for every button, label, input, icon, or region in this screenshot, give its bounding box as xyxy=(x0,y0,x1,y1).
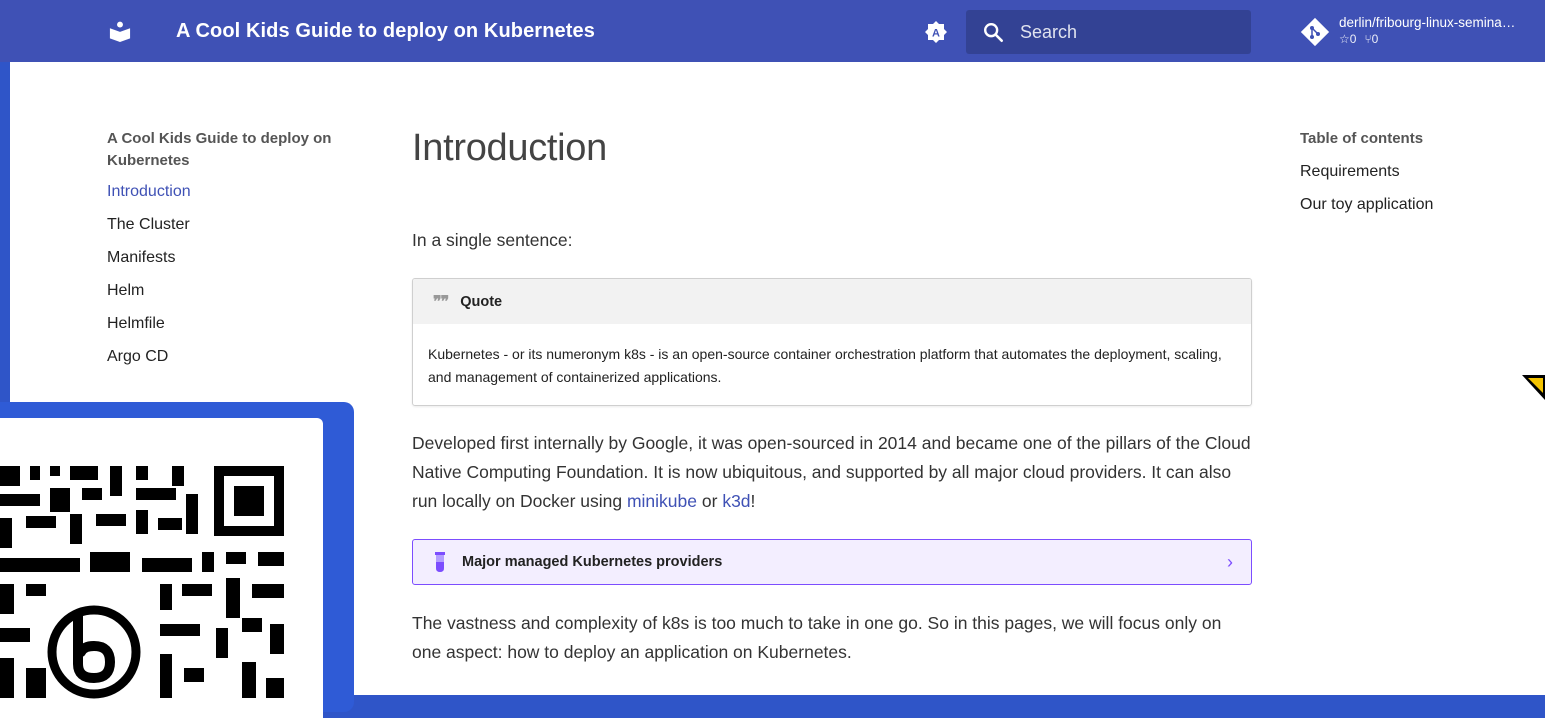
qr-code-graphic xyxy=(0,466,284,699)
brightness-auto-icon[interactable]: A xyxy=(924,20,948,44)
repo-name: derlin/fribourg-linux-semina… xyxy=(1339,15,1516,30)
k3d-link[interactable]: k3d xyxy=(722,491,750,511)
article-content: Introduction In a single sentence: ❞❞ Qu… xyxy=(412,124,1252,667)
nav-title: A Cool Kids Guide to deploy on Kubernete… xyxy=(107,130,332,169)
intro-paragraph: In a single sentence: xyxy=(412,230,573,250)
book-reader-icon[interactable] xyxy=(109,20,131,42)
top-header: A Cool Kids Guide to deploy on Kubernete… xyxy=(0,0,1545,62)
nav-item-introduction[interactable]: Introduction xyxy=(107,181,357,214)
toc-item-our-toy-application[interactable]: Our toy application xyxy=(1300,194,1530,227)
nav-item-helmfile[interactable]: Helmfile xyxy=(107,313,357,346)
repo-stars: ☆0 xyxy=(1339,31,1356,47)
search-input[interactable] xyxy=(1018,20,1242,44)
fork-icon: ⑂ xyxy=(1364,32,1372,46)
history-text-end: ! xyxy=(750,491,756,511)
quote-admonition: ❞❞ Quote Kubernetes - or its numeronym k… xyxy=(412,278,1252,406)
toc-item-requirements[interactable]: Requirements xyxy=(1300,161,1530,194)
search-icon xyxy=(984,23,1003,42)
scope-paragraph: The vastness and complexity of k8s is to… xyxy=(412,613,1222,662)
repo-link[interactable]: derlin/fribourg-linux-semina… ☆0 ⑂0 xyxy=(1300,15,1515,47)
history-paragraph: Developed first internally by Google, it… xyxy=(412,429,1252,516)
git-icon xyxy=(1300,17,1330,47)
nav-item-manifests[interactable]: Manifests xyxy=(107,247,357,280)
star-icon: ☆ xyxy=(1339,32,1350,46)
history-text-or: or xyxy=(697,491,723,511)
flask-icon xyxy=(435,552,445,572)
quote-header: ❞❞ Quote xyxy=(413,279,1251,324)
nav-item-the-cluster[interactable]: The Cluster xyxy=(107,214,357,247)
repo-forks: ⑂0 xyxy=(1364,31,1378,47)
site-title[interactable]: A Cool Kids Guide to deploy on Kubernete… xyxy=(176,20,595,43)
page-title: Introduction xyxy=(412,127,607,169)
decorative-arrow-icon xyxy=(1522,375,1545,400)
qr-code-card xyxy=(0,402,354,718)
primary-nav: A Cool Kids Guide to deploy on Kubernete… xyxy=(107,128,357,379)
table-of-contents: Table of contents Requirements Our toy a… xyxy=(1300,128,1530,227)
qr-code xyxy=(0,418,323,718)
nav-item-helm[interactable]: Helm xyxy=(107,280,357,313)
search-bar[interactable] xyxy=(966,10,1251,54)
toc-title: Table of contents xyxy=(1300,130,1424,147)
history-text: Developed first internally by Google, it… xyxy=(412,433,1251,511)
star-count: 0 xyxy=(1349,32,1357,46)
svg-text:A: A xyxy=(932,28,940,40)
quote-icon: ❞❞ xyxy=(433,293,449,311)
quote-title: Quote xyxy=(460,293,503,310)
quote-text: Kubernetes - or its numeronym k8s - is a… xyxy=(428,346,1222,385)
nav-item-argo-cd[interactable]: Argo CD xyxy=(107,346,357,379)
details-label: Major managed Kubernetes providers xyxy=(462,554,723,570)
chevron-right-icon: › xyxy=(1227,552,1233,572)
minikube-link[interactable]: minikube xyxy=(627,491,697,511)
fork-count: 0 xyxy=(1371,32,1379,46)
providers-details-toggle[interactable]: Major managed Kubernetes providers › xyxy=(412,539,1252,585)
